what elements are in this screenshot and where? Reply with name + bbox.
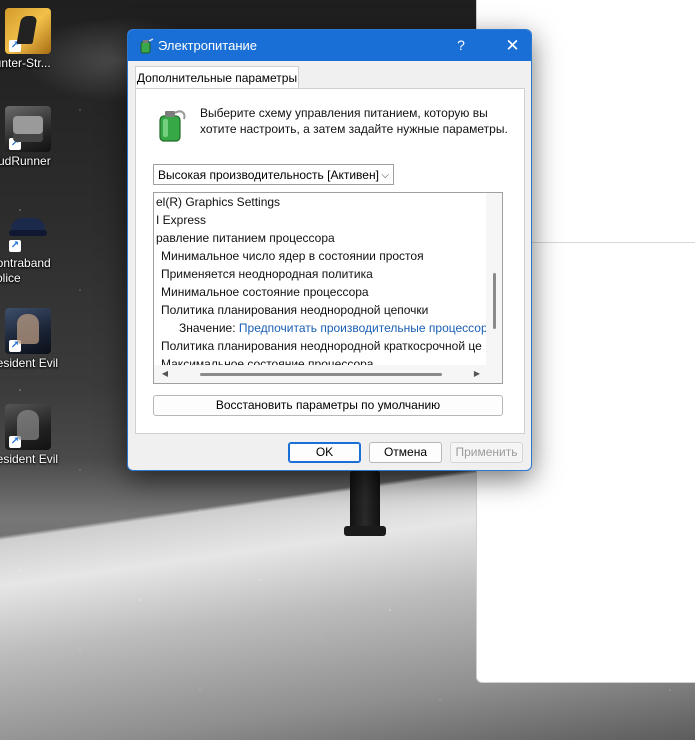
tree-row[interactable]: Минимальное состояние процессора xyxy=(161,283,369,301)
scroll-left-icon[interactable]: ◀ xyxy=(158,365,172,383)
dialog-titlebar[interactable]: Электропитание ? ✕ xyxy=(128,30,531,61)
tree-row[interactable]: el(R) Graphics Settings xyxy=(156,193,280,211)
cancel-button[interactable]: Отмена xyxy=(369,442,442,463)
tree-row[interactable]: I Express xyxy=(156,211,206,229)
help-button[interactable]: ? xyxy=(444,30,478,61)
power-options-dialog: Электропитание ? ✕ Дополнительные параме… xyxy=(127,29,532,471)
desktop-icon-label: ounter-Str... 2 xyxy=(0,56,51,70)
vertical-scrollbar-thumb[interactable] xyxy=(493,273,496,329)
desktop-icon-counter-strike[interactable]: ↗ ounter-Str... 2 xyxy=(0,8,56,86)
tree-row[interactable]: Применяется неоднородная политика xyxy=(161,265,373,283)
desktop-icon-contraband-police[interactable]: ↗ Contraband Police xyxy=(0,208,56,286)
vertical-scrollbar[interactable] xyxy=(486,193,502,365)
desktop-icon-label: Resident Evil 4 xyxy=(0,452,59,466)
power-scheme-value: Высокая производительность [Активен] xyxy=(158,168,379,182)
shortcut-arrow-icon: ↗ xyxy=(9,340,21,352)
battery-plug-icon xyxy=(159,110,186,142)
police-cap-icon: ↗ xyxy=(5,208,51,254)
street-lamp-post xyxy=(344,470,386,536)
tree-row-value: Значение: Предпочитать производительные … xyxy=(179,319,486,337)
apply-button[interactable]: Применить xyxy=(450,442,523,463)
tree-row[interactable]: Минимальное число ядер в состоянии прост… xyxy=(161,247,424,265)
intro-text: Выберите схему управления питанием, кото… xyxy=(200,106,508,136)
counter-strike-icon: ↗ xyxy=(5,8,51,54)
power-options-icon xyxy=(140,38,154,54)
desktop-icon-resident-evil-2[interactable]: ↗ Resident Evil 2 xyxy=(0,308,58,386)
tree-row[interactable]: Максимальное состояние процессора xyxy=(161,355,373,365)
resident-evil-4-icon: ↗ xyxy=(5,404,51,450)
value-link[interactable]: Предпочитать производительные процессоры xyxy=(239,321,486,335)
shortcut-arrow-icon: ↗ xyxy=(9,436,21,448)
close-button[interactable]: ✕ xyxy=(494,30,531,61)
tab-advanced-settings[interactable]: Дополнительные параметры xyxy=(135,66,299,89)
desktop-icon-label: Contraband Police xyxy=(0,256,51,285)
chevron-down-icon: ⌵ xyxy=(381,170,389,181)
resident-evil-2-icon: ↗ xyxy=(5,308,51,354)
dialog-title: Электропитание xyxy=(158,38,257,53)
settings-tree-rows: el(R) Graphics Settings I Express равлен… xyxy=(154,193,486,365)
tree-row[interactable]: равление питанием процессора xyxy=(156,229,335,247)
restore-defaults-button[interactable]: Восстановить параметры по умолчанию xyxy=(153,395,503,416)
tree-row[interactable]: Политика планирования неоднородной кратк… xyxy=(161,337,482,355)
desktop-icon-mudrunner[interactable]: ↗ MudRunner xyxy=(0,106,56,169)
scroll-right-icon[interactable]: ▶ xyxy=(470,365,484,383)
tree-row[interactable]: Политика планирования неоднородной цепоч… xyxy=(161,301,428,319)
shortcut-arrow-icon: ↗ xyxy=(9,240,21,252)
desktop-icon-label: MudRunner xyxy=(0,154,51,168)
horizontal-scrollbar-thumb[interactable] xyxy=(200,373,442,376)
shortcut-arrow-icon: ↗ xyxy=(9,40,21,52)
shortcut-arrow-icon: ↗ xyxy=(9,138,21,150)
desktop-icon-resident-evil-4[interactable]: ↗ Resident Evil 4 xyxy=(0,404,58,482)
horizontal-scrollbar[interactable]: ◀ ▶ xyxy=(154,365,502,383)
mudrunner-icon: ↗ xyxy=(5,106,51,152)
background-window-divider xyxy=(530,242,695,243)
desktop-icon-label: Resident Evil 2 xyxy=(0,356,59,370)
settings-tree[interactable]: el(R) Graphics Settings I Express равлен… xyxy=(153,192,503,384)
power-scheme-select[interactable]: Высокая производительность [Активен] ⌵ xyxy=(153,164,394,185)
value-label: Значение: xyxy=(179,321,236,335)
ok-button[interactable]: OK xyxy=(288,442,361,463)
